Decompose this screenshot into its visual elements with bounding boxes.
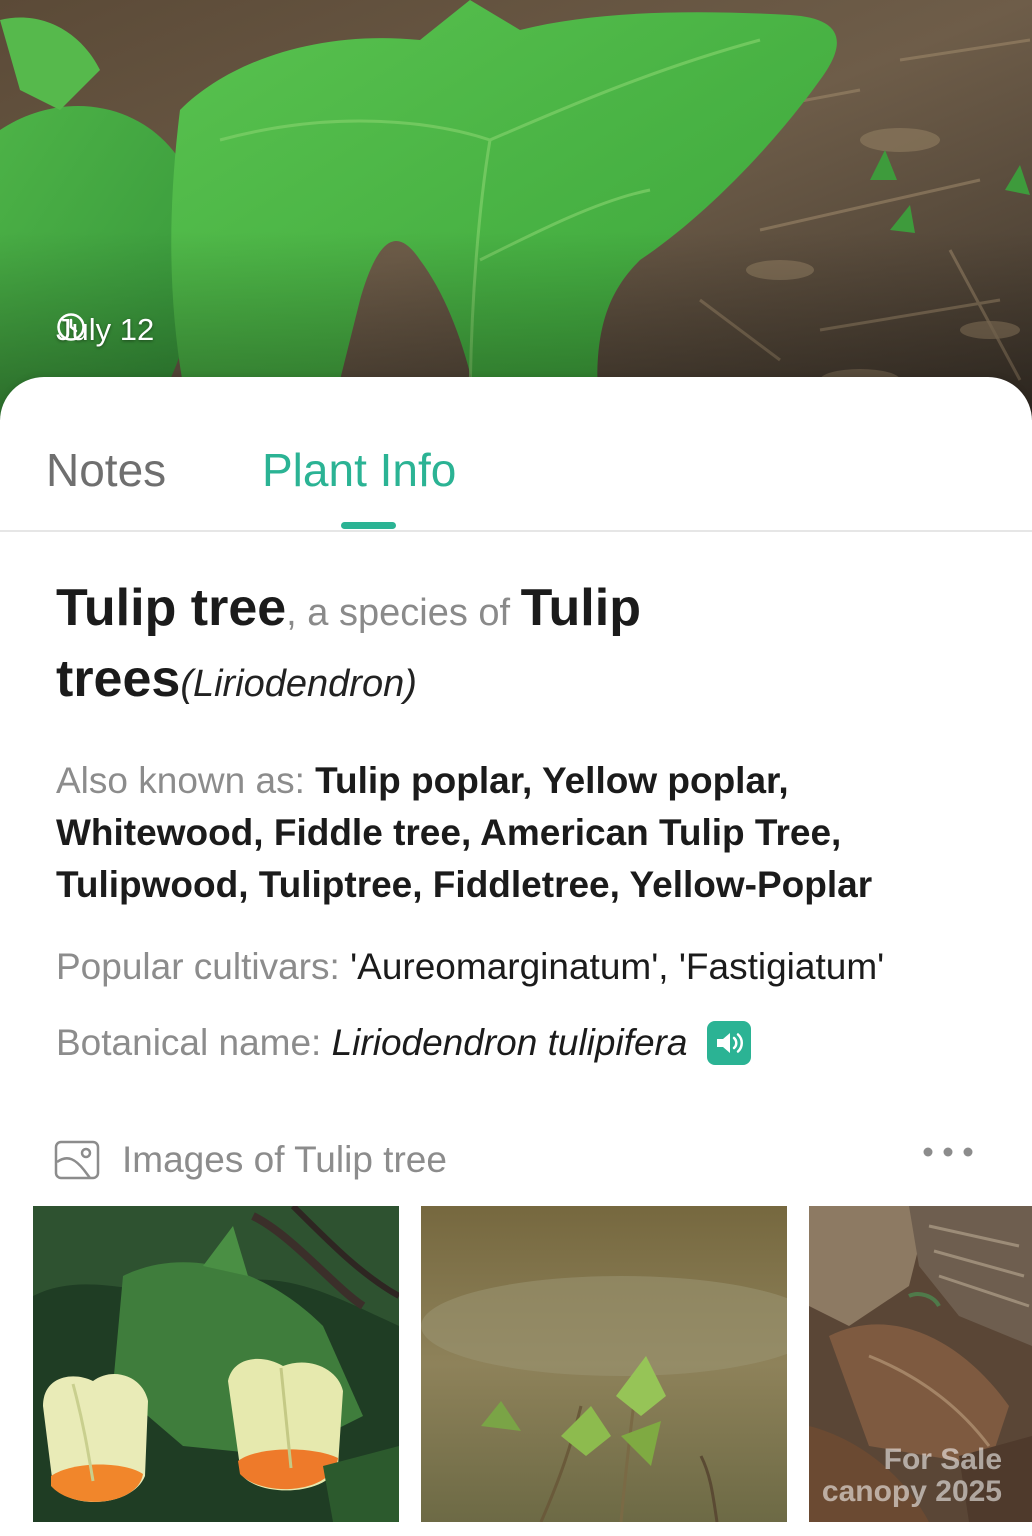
more-dots-icon[interactable]	[922, 1145, 974, 1159]
plant-info-sheet: Notes Plant Info Tulip tree, a species o…	[0, 377, 1032, 1536]
botanical-name: Botanical name: Liriodendron tulipifera	[56, 1017, 986, 1069]
popular-cultivars: Popular cultivars: 'Aureomarginatum', 'F…	[56, 941, 986, 993]
photo-date: July 12	[56, 312, 154, 348]
cultivars-label: Popular cultivars:	[56, 946, 351, 987]
tab-bar: Notes Plant Info	[0, 377, 1032, 532]
images-section-title: Images of Tulip tree	[122, 1139, 447, 1180]
botanical-label: Botanical name:	[56, 1022, 322, 1063]
common-name: Tulip tree	[56, 579, 287, 637]
plant-detail-screen: July 12 Notes Plant Info Tulip tree, a s…	[0, 0, 1032, 1536]
plant-photo[interactable]: July 12	[0, 0, 1032, 420]
also-known-as: Also known as: Tulip poplar, Yellow popl…	[56, 755, 986, 911]
clock-icon	[57, 313, 85, 341]
species-connector: , a species of	[286, 592, 521, 634]
plant-image-seedling[interactable]	[421, 1206, 787, 1522]
botanical-value: Liriodendron tulipifera	[331, 1022, 688, 1063]
aka-label: Also known as:	[56, 760, 316, 801]
genus-latin-name: (Liriodendron)	[180, 663, 417, 705]
plant-image-flowers[interactable]	[33, 1206, 399, 1522]
plant-image-dry-leaves[interactable]	[809, 1206, 1032, 1522]
leaf-photo-illustration	[0, 0, 1032, 420]
plant-info: Tulip tree, a species of Tulip trees(Lir…	[56, 575, 986, 1069]
speaker-icon[interactable]	[707, 1021, 752, 1065]
image-carousel[interactable]: For Sale canopy 2025	[33, 1206, 1032, 1522]
cultivars-value: 'Aureomarginatum', 'Fastigiatum'	[350, 946, 885, 987]
gallery-icon	[54, 1140, 100, 1180]
plant-headline: Tulip tree, a species of Tulip trees(Lir…	[56, 575, 986, 717]
tab-plant-info[interactable]: Plant Info	[262, 443, 456, 497]
active-tab-indicator	[341, 522, 396, 529]
images-section-header: Images of Tulip tree	[54, 1135, 974, 1185]
tab-notes[interactable]: Notes	[46, 443, 166, 497]
